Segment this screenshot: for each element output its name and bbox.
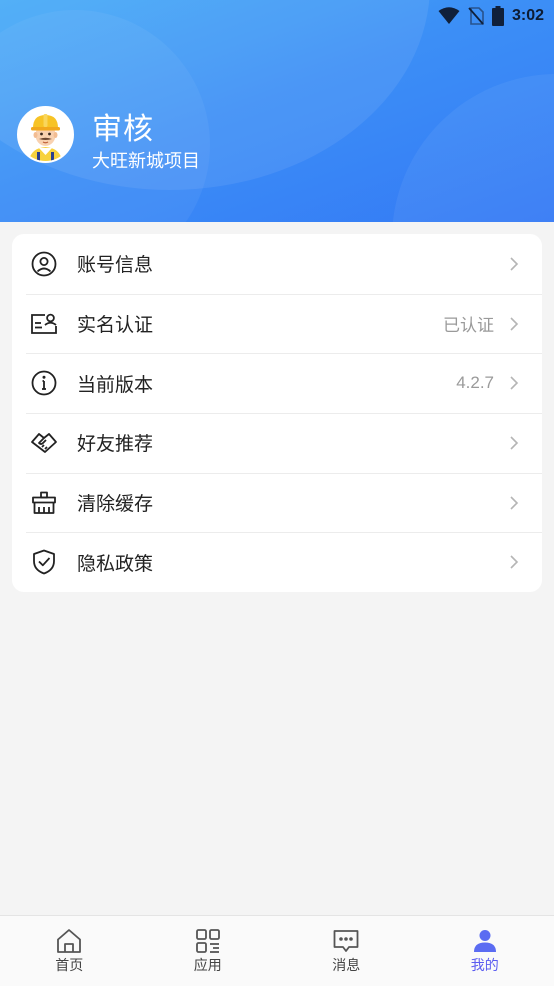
info-icon bbox=[30, 369, 58, 397]
menu-item-label: 好友推荐 bbox=[77, 433, 154, 456]
home-icon bbox=[57, 929, 82, 953]
menu-item-label: 实名认证 bbox=[77, 314, 154, 337]
header-decoration bbox=[392, 74, 554, 222]
settings-menu: 账号信息 实名认证 已认证 当前版本 4.2.7 好友推荐 清除缓存 隐私政策 bbox=[12, 234, 542, 592]
apps-icon bbox=[195, 929, 220, 953]
version-value: 4.2.7 bbox=[456, 373, 494, 393]
avatar[interactable] bbox=[17, 106, 74, 163]
tab-mine[interactable]: 我的 bbox=[416, 916, 554, 986]
menu-item-recommend-friends[interactable]: 好友推荐 bbox=[12, 413, 542, 473]
menu-item-label: 当前版本 bbox=[77, 373, 154, 396]
tab-label: 应用 bbox=[193, 958, 222, 974]
person-icon bbox=[473, 930, 496, 952]
profile-header: 3:02 审核 大旺新城项目 bbox=[0, 0, 554, 222]
chevron-right-icon bbox=[510, 436, 519, 450]
status-bar: 3:02 bbox=[438, 4, 544, 28]
battery-icon bbox=[491, 6, 504, 26]
tab-home[interactable]: 首页 bbox=[0, 916, 139, 986]
chevron-right-icon bbox=[510, 316, 519, 331]
user-circle-icon bbox=[30, 250, 58, 278]
tab-label: 消息 bbox=[332, 958, 361, 974]
header-decoration bbox=[0, 0, 430, 190]
menu-item-value: 已认证 bbox=[443, 316, 494, 337]
tab-messages[interactable]: 消息 bbox=[277, 916, 416, 986]
message-icon bbox=[333, 930, 359, 952]
worker-avatar-icon bbox=[19, 108, 72, 161]
menu-item-current-version[interactable]: 当前版本 4.2.7 bbox=[12, 353, 542, 413]
menu-item-privacy-policy[interactable]: 隐私政策 bbox=[12, 532, 542, 592]
id-card-icon bbox=[30, 310, 58, 338]
user-project: 大旺新城项目 bbox=[92, 151, 200, 172]
handshake-icon bbox=[30, 429, 58, 457]
shield-check-icon bbox=[30, 548, 58, 576]
user-name: 审核 bbox=[92, 112, 154, 147]
menu-item-label: 清除缓存 bbox=[77, 493, 154, 516]
no-sim-icon bbox=[468, 7, 484, 25]
broom-icon bbox=[30, 489, 58, 517]
tab-label: 我的 bbox=[470, 958, 499, 974]
menu-item-clear-cache[interactable]: 清除缓存 bbox=[12, 472, 542, 533]
bottom-nav: 首页 应用 消息 我的 bbox=[0, 915, 554, 986]
menu-item-account-info[interactable]: 账号信息 bbox=[12, 234, 542, 294]
wifi-icon bbox=[438, 7, 460, 25]
tab-apps[interactable]: 应用 bbox=[139, 916, 278, 986]
menu-item-label: 隐私政策 bbox=[77, 552, 154, 575]
chevron-right-icon bbox=[510, 257, 519, 271]
menu-item-real-name-auth[interactable]: 实名认证 已认证 bbox=[12, 293, 542, 354]
status-time: 3:02 bbox=[511, 7, 544, 24]
tab-label: 首页 bbox=[55, 958, 84, 974]
menu-item-label: 账号信息 bbox=[77, 254, 154, 277]
chevron-right-icon bbox=[510, 555, 519, 569]
chevron-right-icon bbox=[510, 496, 519, 510]
chevron-right-icon bbox=[510, 376, 519, 390]
